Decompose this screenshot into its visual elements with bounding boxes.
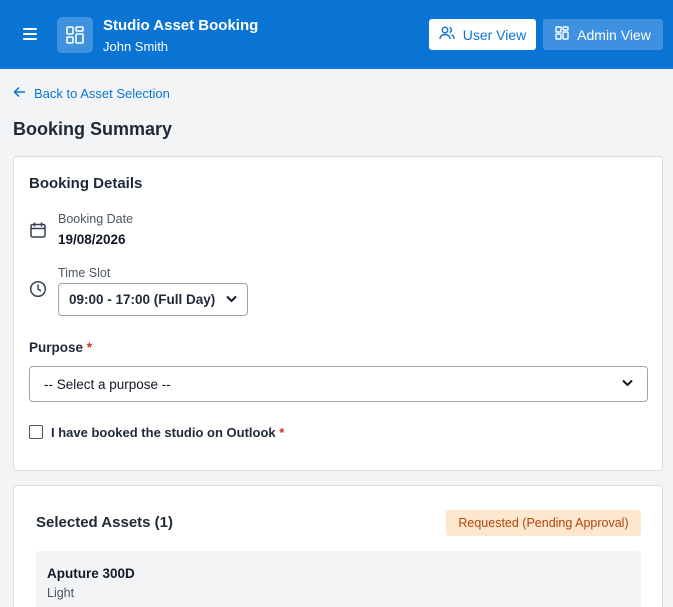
current-user-name: John Smith (103, 39, 169, 54)
user-view-label: User View (462, 26, 527, 43)
calendar-icon (29, 221, 47, 244)
outlook-booked-checkbox[interactable] (29, 425, 43, 439)
purpose-label-text: Purpose (29, 340, 84, 355)
purpose-label: Purpose * (29, 340, 92, 355)
back-to-asset-selection-link[interactable]: Back to Asset Selection (13, 86, 170, 101)
arrow-left-icon (13, 86, 26, 101)
app-logo-icon (57, 17, 93, 53)
admin-view-button[interactable]: Admin View (543, 19, 663, 50)
app-title: Studio Asset Booking (103, 17, 259, 34)
required-marker: * (279, 425, 285, 440)
user-view-button[interactable]: User View (429, 19, 536, 50)
outlook-booked-label-text: I have booked the studio on Outlook (51, 425, 276, 440)
page-title: Booking Summary (13, 119, 173, 139)
asset-type: Light (47, 586, 75, 600)
purpose-select-value: -- Select a purpose -- (44, 376, 171, 392)
selected-assets-title: Selected Assets (1) (36, 514, 174, 531)
outlook-booked-label[interactable]: I have booked the studio on Outlook * (51, 425, 284, 440)
asset-name: Aputure 300D (47, 566, 135, 581)
time-slot-value: 09:00 - 17:00 (Full Day) (69, 292, 216, 307)
chevron-down-icon (622, 378, 633, 390)
menu-icon[interactable] (21, 26, 39, 42)
clock-icon (29, 280, 47, 303)
time-slot-select[interactable]: 09:00 - 17:00 (Full Day) (58, 283, 248, 316)
time-slot-label: Time Slot (58, 266, 111, 280)
users-icon (439, 26, 455, 43)
back-link-label: Back to Asset Selection (34, 86, 170, 101)
selected-assets-card: Selected Assets (1) Requested (Pending A… (13, 485, 663, 607)
booking-date-value: 19/08/2026 (58, 232, 126, 247)
admin-view-label: Admin View (577, 26, 651, 43)
list-item: Aputure 300D Light (36, 551, 641, 607)
required-marker: * (86, 340, 93, 355)
booking-date-label: Booking Date (58, 212, 134, 226)
chevron-down-icon (226, 294, 237, 306)
status-badge: Requested (Pending Approval) (446, 510, 641, 536)
booking-details-card: Booking Details Booking Date 19/08/2026 … (13, 156, 663, 471)
booking-details-title: Booking Details (29, 175, 143, 192)
dashboard-icon (555, 26, 569, 43)
top-bar: Studio Asset Booking John Smith User Vie… (0, 0, 673, 69)
purpose-select[interactable]: -- Select a purpose -- (29, 366, 648, 402)
